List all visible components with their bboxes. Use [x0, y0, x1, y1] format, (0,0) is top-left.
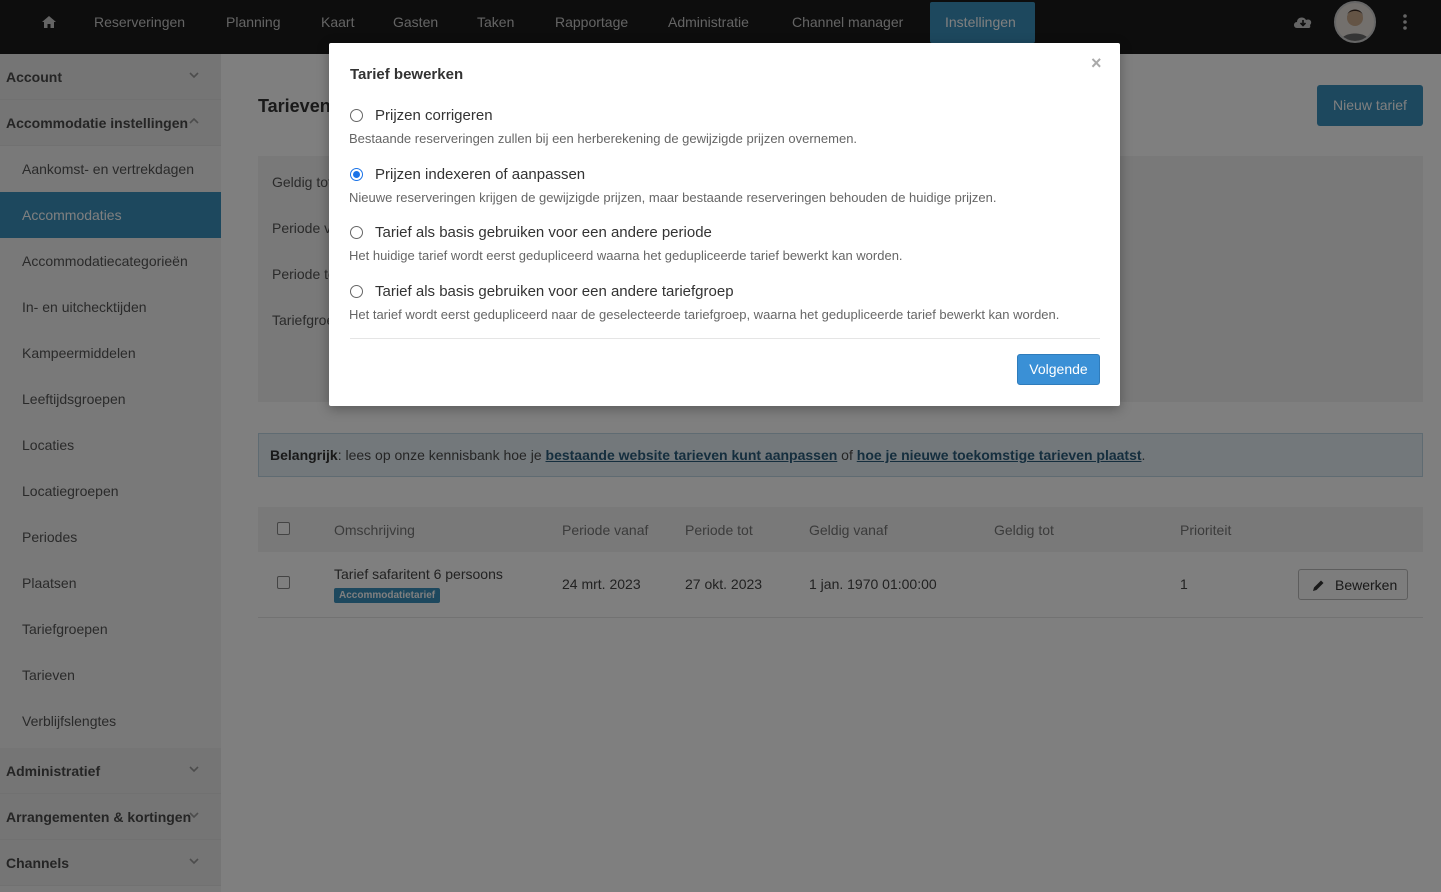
option-prijzen-corrigeren[interactable]: Prijzen corrigeren Bestaande reservering…: [349, 105, 1099, 157]
radio-button[interactable]: [350, 109, 363, 122]
option-description: Het tarief wordt eerst gedupliceerd naar…: [349, 307, 1060, 322]
option-title[interactable]: Prijzen corrigeren: [375, 107, 493, 124]
option-andere-periode[interactable]: Tarief als basis gebruiken voor een ande…: [349, 222, 1099, 274]
radio-button[interactable]: [350, 226, 363, 239]
divider: [350, 338, 1100, 339]
option-description: Bestaande reserveringen zullen bij een h…: [349, 131, 858, 146]
edit-tariff-modal: Tarief bewerken × Prijzen corrigeren Bes…: [329, 43, 1120, 406]
next-button[interactable]: Volgende: [1017, 354, 1100, 385]
radio-button[interactable]: [350, 285, 363, 298]
option-prijzen-indexeren[interactable]: Prijzen indexeren of aanpassen Nieuwe re…: [349, 164, 1099, 216]
modal-title: Tarief bewerken: [350, 66, 464, 83]
option-description: Het huidige tarief wordt eerst geduplice…: [349, 248, 903, 263]
option-andere-tariefgroep[interactable]: Tarief als basis gebruiken voor een ande…: [349, 281, 1099, 333]
option-title[interactable]: Tarief als basis gebruiken voor een ande…: [375, 283, 734, 300]
option-title[interactable]: Prijzen indexeren of aanpassen: [375, 166, 585, 183]
radio-button[interactable]: [350, 168, 363, 181]
option-title[interactable]: Tarief als basis gebruiken voor een ande…: [375, 224, 712, 241]
close-icon[interactable]: ×: [1091, 53, 1102, 74]
option-description: Nieuwe reserveringen krijgen de gewijzig…: [349, 190, 997, 205]
